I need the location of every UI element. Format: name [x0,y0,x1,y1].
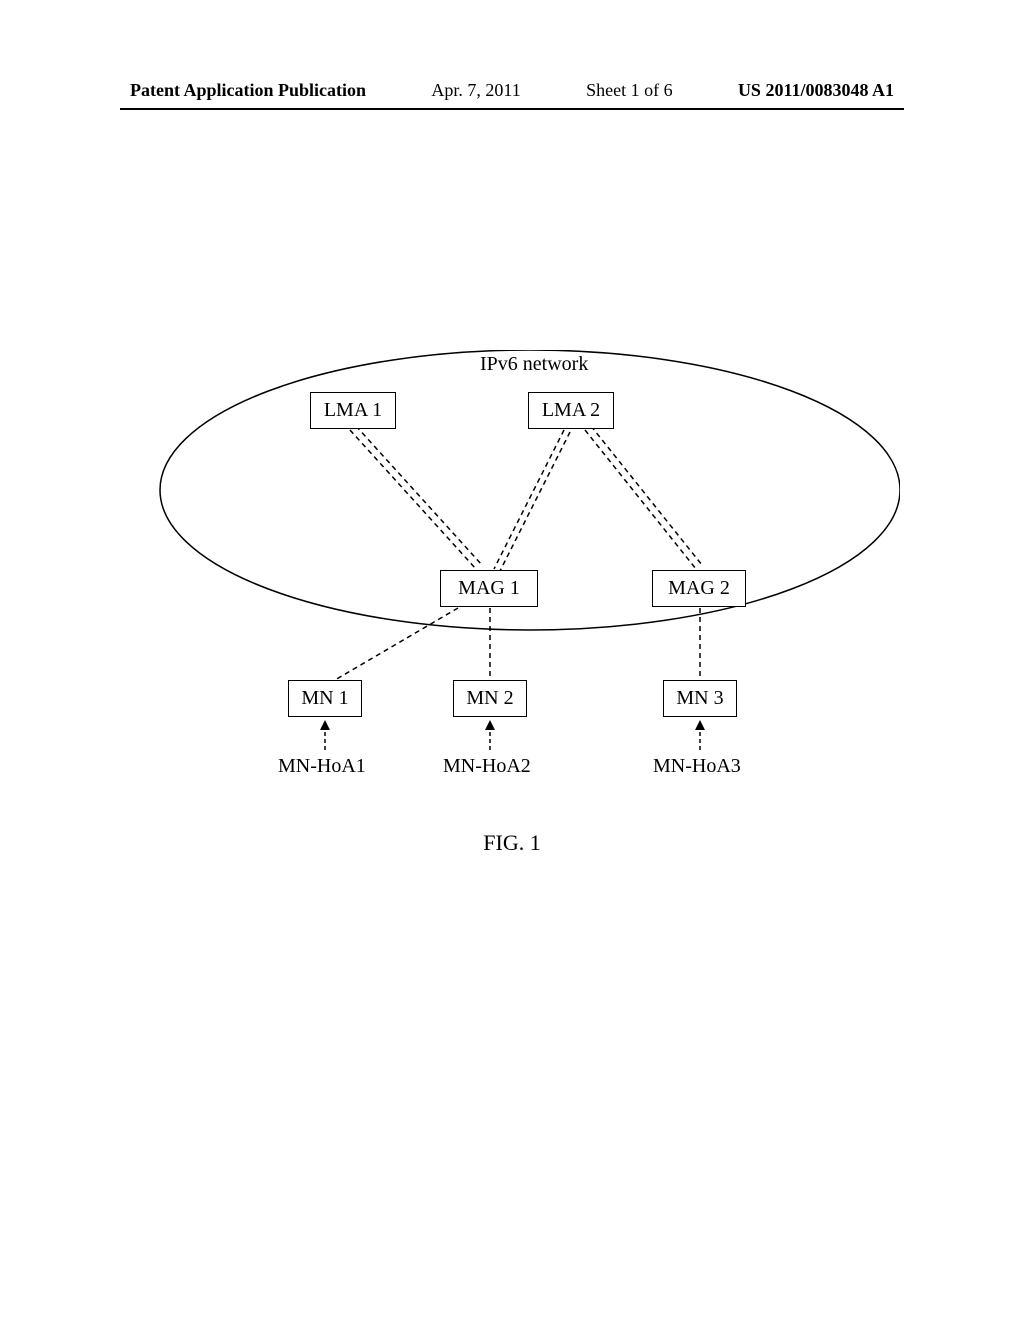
mn3-box: MN 3 [663,680,737,717]
application-number: US 2011/0083048 A1 [738,80,894,101]
header-divider [120,108,904,110]
lma2-box: LMA 2 [528,392,614,429]
figure-label: FIG. 1 [483,830,540,856]
network-label: IPv6 network [480,353,588,376]
sheet-number: Sheet 1 of 6 [586,80,672,101]
hoa1-label: MN-HoA1 [278,755,366,778]
mag2-box: MAG 2 [652,570,746,607]
publication-date: Apr. 7, 2011 [431,80,520,101]
hoa3-label: MN-HoA3 [653,755,741,778]
mn1-box: MN 1 [288,680,362,717]
lma1-box: LMA 1 [310,392,396,429]
mag1-box: MAG 1 [440,570,538,607]
network-diagram: IPv6 network LMA 1 LMA 2 MAG 1 MAG 2 MN … [140,350,900,770]
page-header: Patent Application Publication Apr. 7, 2… [0,80,1024,101]
mn2-box: MN 2 [453,680,527,717]
hoa2-label: MN-HoA2 [443,755,531,778]
publication-type: Patent Application Publication [130,80,366,101]
